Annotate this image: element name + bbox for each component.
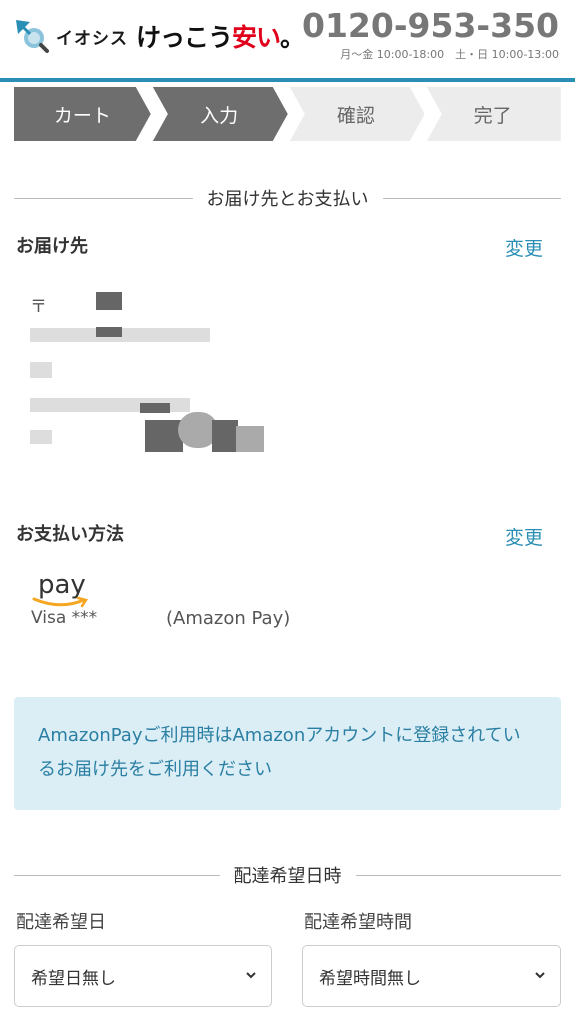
payment-change-link[interactable]: 変更 xyxy=(505,523,543,550)
step-complete-label: 完了 xyxy=(473,104,512,127)
card-info: Visa *** xyxy=(31,608,98,628)
step-confirm-label: 確認 xyxy=(336,104,375,127)
brand-slogan-red: 安い xyxy=(232,23,281,52)
phone-number[interactable]: 0120-953-350 xyxy=(302,6,559,45)
payment-method-name: (Amazon Pay) xyxy=(166,608,291,629)
header-divider xyxy=(0,78,575,82)
section-delivery-time: 配達希望日時 xyxy=(14,862,561,888)
brand-slogan: けっこう安い。 xyxy=(136,18,305,54)
site-logo[interactable]: イオシス けっこう安い。 xyxy=(14,18,305,54)
delivery-time-value: 希望時間無し xyxy=(319,968,421,989)
amazon-pay-notice: AmazonPayご利用時はAmazonアカウントに登録されているお届け先をご利… xyxy=(14,697,561,810)
site-header: イオシス けっこう安い。 0120-953-350 月〜金 10:00-18:0… xyxy=(0,0,575,84)
delivery-date-label: 配達希望日 xyxy=(16,912,106,933)
section-delivery-payment: お届け先とお支払い xyxy=(14,185,561,211)
magnifier-arrow-icon xyxy=(14,18,50,54)
business-hours: 月〜金 10:00-18:00 土・日 10:00-13:00 xyxy=(340,48,559,61)
chevron-down-icon xyxy=(246,972,256,979)
delivery-time-label: 配達希望時間 xyxy=(304,912,412,933)
step-input-label: 入力 xyxy=(200,104,239,127)
step-cart-label: カート xyxy=(53,104,111,127)
delivery-date-select[interactable]: 希望日無し xyxy=(14,945,272,1007)
chevron-down-icon xyxy=(535,972,545,979)
address-change-link[interactable]: 変更 xyxy=(505,234,543,261)
delivery-time-select[interactable]: 希望時間無し xyxy=(302,945,561,1007)
brand-slogan-main: けっこう xyxy=(136,23,233,52)
brand-slogan-dot: 。 xyxy=(280,23,305,52)
address-label: お届け先 xyxy=(16,236,88,257)
postal-mark: 〒 xyxy=(30,297,47,317)
section-delivery-time-title: 配達希望日時 xyxy=(233,866,342,887)
section-delivery-payment-title: お届け先とお支払い xyxy=(206,189,369,210)
brand-name-small: イオシス xyxy=(56,28,128,49)
payment-method-label: お支払い方法 xyxy=(16,524,124,545)
delivery-date-value: 希望日無し xyxy=(31,968,116,989)
